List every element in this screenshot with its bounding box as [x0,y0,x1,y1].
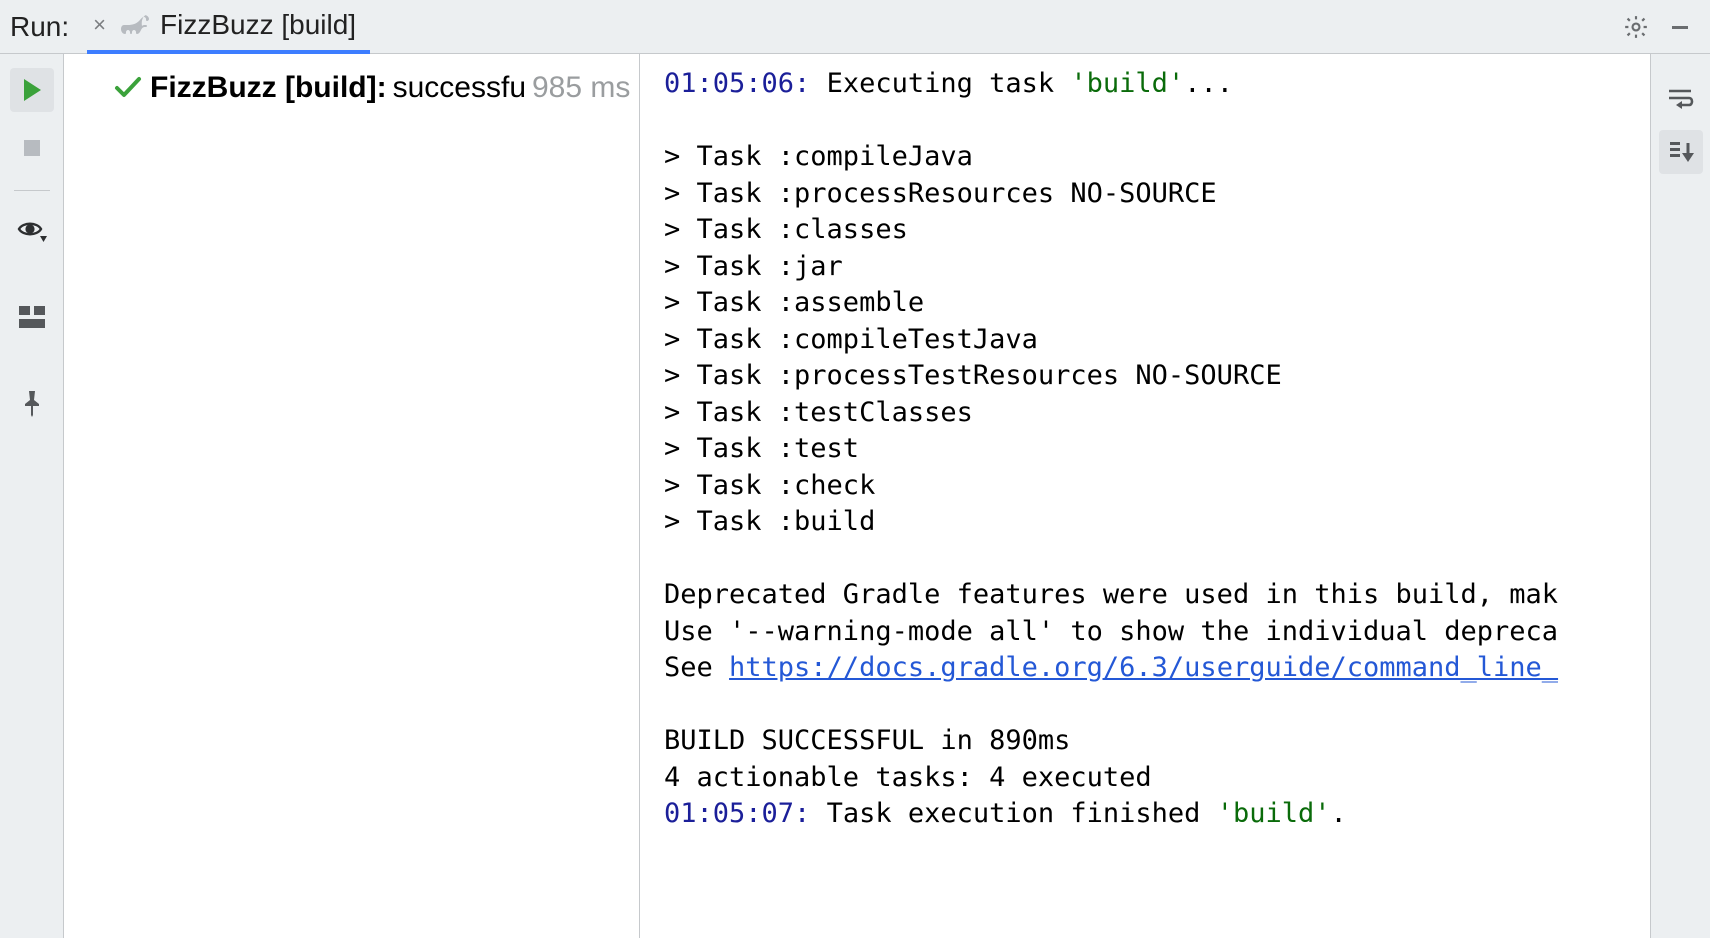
scroll-to-end-icon[interactable] [1659,130,1703,174]
run-tab-title: FizzBuzz [build] [160,9,356,41]
console-line: ... [1184,68,1233,99]
console-line: 'build' [1070,68,1184,99]
gradle-icon [120,13,150,37]
console-line: Executing task [827,68,1071,99]
run-tab[interactable]: × FizzBuzz [build] [87,0,370,54]
console-line: See [664,652,729,683]
console-line: > Task :classes [664,214,908,245]
softwrap-icon[interactable] [1659,76,1703,120]
console-line: Deprecated Gradle features were used in … [664,579,1558,610]
minimize-icon[interactable] [1658,5,1702,49]
success-check-icon [114,76,142,100]
console-line: > Task :processResources NO-SOURCE [664,178,1217,209]
console-line: > Task :testClasses [664,397,973,428]
console-line: > Task :compileJava [664,141,973,172]
pin-icon[interactable] [10,381,54,425]
console-line: > Task :test [664,433,859,464]
close-icon[interactable]: × [93,12,106,38]
console-toolbar-right [1650,54,1710,938]
console-line: > Task :compileTestJava [664,324,1038,355]
console-line: > Task :check [664,470,875,501]
run-panel-header: Run: × FizzBuzz [build] [0,0,1710,54]
gear-icon[interactable] [1614,5,1658,49]
run-label: Run: [10,11,69,43]
console-line: 01:05:07: [664,798,827,829]
build-time: 985 ms [532,71,630,105]
console-line: > Task :assemble [664,287,924,318]
build-console[interactable]: 01:05:06: Executing task 'build'... > Ta… [640,54,1650,938]
console-line: 'build' [1217,798,1331,829]
console-line: > Task :processTestResources NO-SOURCE [664,360,1282,391]
build-status: successfu [393,71,526,105]
layout-icon[interactable] [10,295,54,339]
run-icon[interactable] [10,68,54,112]
run-toolbar-left [0,54,64,938]
console-line: > Task :build [664,506,875,537]
show-icon[interactable] [10,209,54,253]
console-line: 01:05:06: [664,68,827,99]
build-tree[interactable]: FizzBuzz [build]: successfu 985 ms [64,54,640,938]
console-line: BUILD SUCCESSFUL in 890ms [664,725,1070,756]
console-line: > Task :jar [664,251,843,282]
console-line: Task execution finished [827,798,1217,829]
console-line: 4 actionable tasks: 4 executed [664,762,1152,793]
stop-icon[interactable] [10,126,54,170]
separator [14,190,50,191]
build-name: FizzBuzz [build]: [150,71,387,105]
console-line: Use '--warning-mode all' to show the ind… [664,616,1558,647]
docs-link[interactable]: https://docs.gradle.org/6.3/userguide/co… [729,652,1558,683]
console-line: . [1331,798,1347,829]
build-tree-row[interactable]: FizzBuzz [build]: successfu 985 ms [114,68,629,108]
